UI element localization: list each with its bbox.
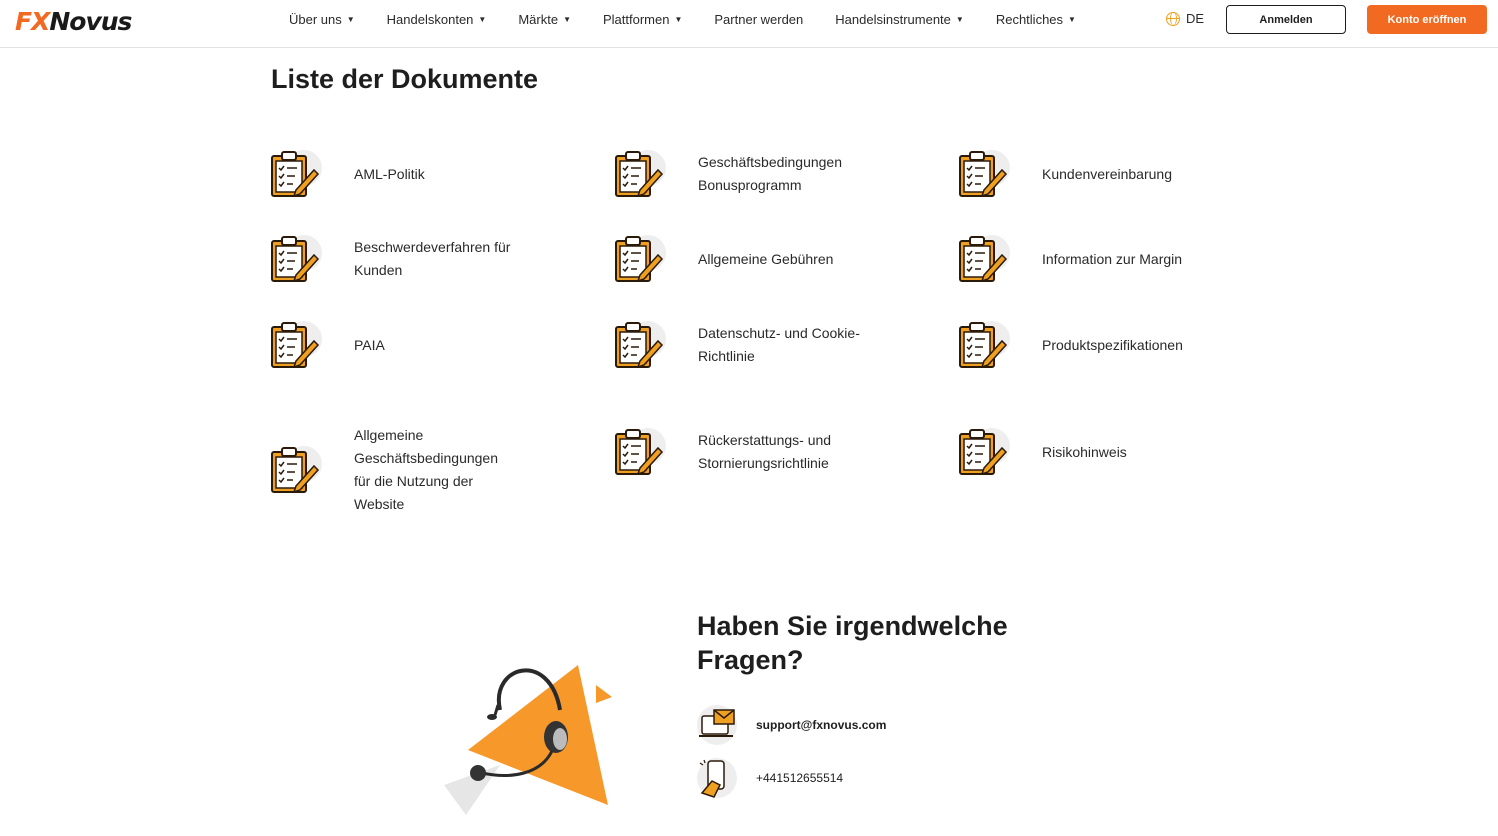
document-label: Kundenvereinbarung	[1042, 165, 1172, 182]
document-item[interactable]: Rückerstattungs- und Stornierungsrichtli…	[612, 424, 848, 480]
nav-handelsinstrumente[interactable]: Handelsinstrumente ▼	[835, 12, 964, 27]
fxnovus-logo[interactable]: FX Novus	[15, 7, 132, 36]
document-item[interactable]: Allgemeine Geschäftsbedingungen für die …	[268, 424, 504, 516]
document-label: PAIA	[354, 336, 385, 353]
document-label: Produktspezifikationen	[1042, 336, 1183, 353]
document-item[interactable]: Beschwerdeverfahren für Kunden	[268, 231, 524, 287]
chevron-down-icon: ▼	[1068, 14, 1076, 24]
open-account-button[interactable]: Konto eröffnen	[1367, 5, 1487, 34]
contact-phone[interactable]: +441512655514	[756, 771, 843, 785]
clipboard-checklist-icon	[615, 235, 666, 283]
clipboard-checklist-icon	[615, 321, 666, 369]
clipboard-checklist-icon	[271, 446, 322, 494]
clipboard-checklist-icon	[959, 235, 1010, 283]
document-item[interactable]: Risikohinweis	[956, 424, 1212, 480]
globe-icon	[1166, 11, 1180, 26]
chevron-down-icon: ▼	[955, 14, 964, 24]
clipboard-checklist-icon	[271, 150, 322, 198]
document-item[interactable]: PAIA	[268, 317, 524, 373]
clipboard-checklist-icon	[615, 150, 666, 198]
nav-plattformen[interactable]: Plattformen ▼	[603, 12, 682, 27]
document-item[interactable]: Kundenvereinbarung	[956, 146, 1212, 202]
clipboard-checklist-icon	[615, 428, 666, 476]
document-label: Beschwerdeverfahren für Kunden	[354, 239, 511, 278]
clipboard-checklist-icon	[959, 150, 1010, 198]
documents-title: Liste der Dokumente	[271, 64, 539, 94]
document-item[interactable]: AML-Politik	[268, 146, 524, 202]
document-item[interactable]: Information zur Margin	[956, 231, 1212, 287]
nav-partner-werden[interactable]: Partner werden	[714, 12, 803, 27]
chevron-down-icon: ▼	[478, 14, 487, 24]
document-item[interactable]: Datenschutz- und Cookie-Richtlinie	[612, 317, 868, 373]
nav-handelskonten[interactable]: Handelskonten ▼	[387, 12, 487, 27]
document-label: Datenschutz- und Cookie-Richtlinie	[698, 325, 860, 364]
nav-rechtliches[interactable]: Rechtliches ▼	[996, 12, 1076, 27]
email-icon	[697, 705, 737, 745]
language-selector[interactable]: DE	[1166, 11, 1204, 26]
phone-icon	[697, 758, 737, 798]
document-item[interactable]: Produktspezifikationen	[956, 317, 1212, 373]
main-nav: Über uns ▼ Handelskonten ▼ Märkte ▼ Plattfo…	[289, 0, 1108, 38]
clipboard-checklist-icon	[271, 321, 322, 369]
document-item[interactable]: Allgemeine Gebühren	[612, 231, 868, 287]
clipboard-checklist-icon	[959, 428, 1010, 476]
contact-email[interactable]: support@fxnovus.com	[756, 718, 886, 732]
nav-maerkte[interactable]: Märkte ▼	[518, 12, 571, 27]
chevron-down-icon: ▼	[674, 14, 683, 24]
contact-phone-row[interactable]: +441512655514	[696, 757, 843, 799]
site-header: FX Novus Über uns ▼ Handelskonten ▼ Märkte ▼…	[0, 0, 1498, 48]
nav-ueber-uns[interactable]: Über uns ▼	[289, 12, 355, 27]
document-label: Geschäftsbedingungen Bonusprogramm	[698, 154, 842, 193]
document-label: Rückerstattungs- und Stornierungsrichtli…	[698, 432, 832, 471]
contact-email-row[interactable]: support@fxnovus.com	[696, 704, 886, 746]
login-button[interactable]: Anmelden	[1226, 5, 1346, 34]
clipboard-checklist-icon	[271, 235, 322, 283]
support-headset-illustration	[444, 665, 612, 815]
document-label: Information zur Margin	[1042, 250, 1183, 267]
contact-title: Haben Sie irgendwelche Fragen?	[697, 611, 1008, 675]
document-item[interactable]: Geschäftsbedingungen Bonusprogramm	[612, 146, 858, 202]
document-label: AML-Politik	[354, 165, 425, 182]
document-label: Allgemeine Geschäftsbedingungen für die …	[354, 427, 498, 512]
chevron-down-icon: ▼	[346, 14, 355, 24]
document-label: Allgemeine Gebühren	[698, 250, 834, 267]
chevron-down-icon: ▼	[563, 14, 571, 24]
clipboard-checklist-icon	[959, 321, 1010, 369]
document-label: Risikohinweis	[1042, 443, 1127, 460]
